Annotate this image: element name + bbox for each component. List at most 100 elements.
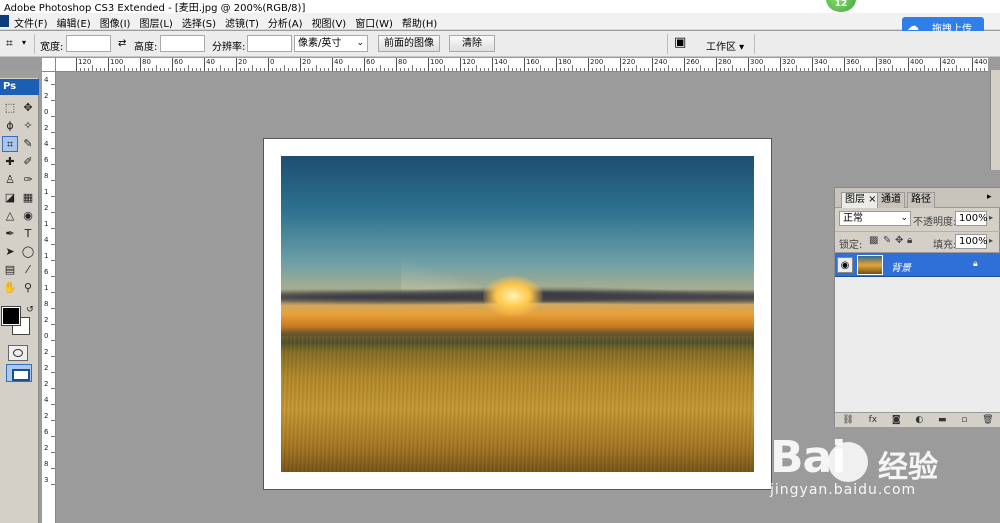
ruler-tick-label: 220	[622, 58, 636, 66]
shape-tool-icon[interactable]: ◯	[20, 244, 36, 260]
screen-mode-button[interactable]	[6, 364, 32, 382]
menu-edit[interactable]: 编辑(E)	[57, 15, 91, 30]
ruler-tick-label: 2	[44, 380, 49, 388]
path-selection-tool-icon[interactable]: ➤	[2, 244, 18, 260]
eye-icon[interactable]: ◉	[837, 257, 853, 273]
eraser-tool-icon[interactable]: ◪	[2, 190, 18, 206]
tool-preset-dropdown-icon[interactable]: ▾	[22, 38, 26, 47]
ruler-minor-tick	[292, 68, 293, 71]
height-input[interactable]	[160, 35, 205, 52]
quick-mask-button[interactable]	[8, 345, 28, 361]
ruler-minor-tick	[120, 68, 121, 71]
tab-layers[interactable]: 图层 ×	[841, 192, 881, 208]
ruler-minor-tick	[51, 340, 55, 341]
ruler-minor-tick	[152, 68, 153, 71]
ruler-minor-tick	[388, 68, 389, 71]
ruler-minor-tick	[51, 212, 55, 213]
lock-all-icon[interactable]: 🔒︎	[907, 235, 912, 246]
gradient-tool-icon[interactable]: ▦	[20, 190, 36, 206]
menu-window[interactable]: 窗口(W)	[355, 15, 393, 30]
new-group-icon[interactable]: ▬	[938, 415, 947, 425]
menu-filter[interactable]: 滤镜(T)	[225, 15, 259, 30]
layer-style-icon[interactable]: fx	[869, 415, 878, 425]
swap-icon[interactable]: ⇄	[118, 38, 126, 49]
clone-stamp-tool-icon[interactable]: ♙	[2, 172, 18, 188]
ruler-minor-tick	[164, 68, 165, 71]
marquee-tool-icon[interactable]: ⬚	[2, 100, 18, 116]
ruler-minor-tick	[532, 68, 533, 71]
menu-select[interactable]: 选择(S)	[182, 15, 216, 30]
menu-view[interactable]: 视图(V)	[312, 15, 347, 30]
foreground-color-swatch[interactable]	[1, 306, 21, 326]
ruler-minor-tick	[51, 132, 55, 133]
panel-menu-icon[interactable]: ▸	[987, 192, 992, 202]
move-tool-icon[interactable]: ✥	[20, 100, 36, 116]
width-input[interactable]	[66, 35, 111, 52]
history-brush-tool-icon[interactable]: ✑	[20, 172, 36, 188]
ruler-minor-tick	[528, 68, 529, 71]
ruler-minor-tick	[80, 68, 81, 71]
ruler-origin[interactable]	[42, 58, 56, 72]
layer-row-background[interactable]: ◉ 背景 🔒︎	[835, 253, 1000, 277]
fill-input[interactable]: 100%	[955, 234, 988, 249]
workspace-menu[interactable]: 工作区 ▾	[706, 38, 744, 53]
blend-mode-select[interactable]: 正常 ⌄	[839, 211, 911, 226]
opacity-slider-icon[interactable]: ▸	[989, 213, 993, 222]
toolbox-grip[interactable]	[0, 70, 39, 78]
healing-brush-tool-icon[interactable]: ✚	[2, 154, 18, 170]
trash-icon[interactable]: 🗑︎	[982, 415, 993, 425]
adjustment-layer-icon[interactable]: ◐	[915, 415, 923, 425]
notification-badge[interactable]: 12	[826, 0, 856, 12]
menu-help[interactable]: 帮助(H)	[402, 15, 437, 30]
resolution-unit-select[interactable]: 像素/英寸 ⌄	[294, 35, 368, 52]
zoom-tool-icon[interactable]: ⚲	[20, 280, 36, 296]
ruler-tick-mark	[76, 58, 77, 71]
hand-tool-icon[interactable]: ✋	[2, 280, 18, 296]
ruler-minor-tick	[928, 68, 929, 71]
vertical-ruler[interactable]: 4 2 0 2 4 6 8 1 2 1 4 1 6 1 8 2 0 2 2 2 4 2 6 2 8 3	[42, 72, 56, 523]
swap-colors-icon[interactable]: ↺	[22, 302, 38, 318]
ruler-minor-tick	[280, 68, 281, 71]
tab-layers-label: 图层	[845, 194, 865, 205]
eyedropper-tool-icon[interactable]: ⁄	[20, 262, 36, 278]
slice-tool-icon[interactable]: ✎	[20, 136, 36, 152]
tab-channels[interactable]: 通道	[877, 192, 905, 208]
ruler-minor-tick	[400, 68, 401, 71]
wheat-field-photo[interactable]	[281, 156, 754, 472]
dodge-tool-icon[interactable]: ◉	[20, 208, 36, 224]
resolution-input[interactable]	[247, 35, 292, 52]
lock-transparency-icon[interactable]: ▩	[869, 235, 878, 246]
opacity-input[interactable]: 100%	[955, 211, 988, 226]
notes-tool-icon[interactable]: ▤	[2, 262, 18, 278]
lock-position-icon[interactable]: ✥	[895, 235, 903, 246]
camera-icon[interactable]: ▣	[674, 35, 686, 50]
lasso-tool-icon[interactable]: ϕ	[2, 118, 18, 134]
menu-file[interactable]: 文件(F)	[14, 15, 48, 30]
tab-paths[interactable]: 路径	[907, 192, 935, 208]
ruler-minor-tick	[51, 404, 55, 405]
menu-layer[interactable]: 图层(L)	[139, 15, 172, 30]
lock-pixels-icon[interactable]: ✎	[883, 235, 891, 246]
new-layer-icon[interactable]: ▫	[961, 415, 967, 425]
pen-tool-icon[interactable]: ✒	[2, 226, 18, 242]
ruler-minor-tick	[168, 68, 169, 71]
magic-wand-tool-icon[interactable]: ✧	[20, 118, 36, 134]
layer-mask-icon[interactable]: ◙	[892, 415, 901, 425]
link-layers-icon[interactable]: ⛓	[842, 415, 853, 425]
menu-analysis[interactable]: 分析(A)	[268, 15, 303, 30]
fill-slider-icon[interactable]: ▸	[989, 236, 993, 245]
ruler-tick-label: 4	[44, 140, 49, 148]
type-tool-icon[interactable]: T	[20, 226, 36, 242]
panel-dock-strip[interactable]	[990, 70, 1000, 170]
front-image-button[interactable]: 前面的图像	[378, 35, 440, 52]
blur-tool-icon[interactable]: △	[2, 208, 18, 224]
ruler-minor-tick	[148, 68, 149, 71]
menu-image[interactable]: 图像(I)	[100, 15, 131, 30]
horizontal-ruler[interactable]: 120 100 80 60 40 20 0 20 40 60 80 100 120 140 160 180 20…	[56, 58, 988, 72]
crop-tool-icon[interactable]: ⌗	[2, 136, 18, 152]
ruler-minor-tick	[548, 68, 549, 71]
clear-button[interactable]: 清除	[449, 35, 495, 52]
crop-tool-icon[interactable]: ⌗	[6, 36, 13, 51]
ruler-tick-mark	[876, 58, 877, 71]
brush-tool-icon[interactable]: ✐	[20, 154, 36, 170]
